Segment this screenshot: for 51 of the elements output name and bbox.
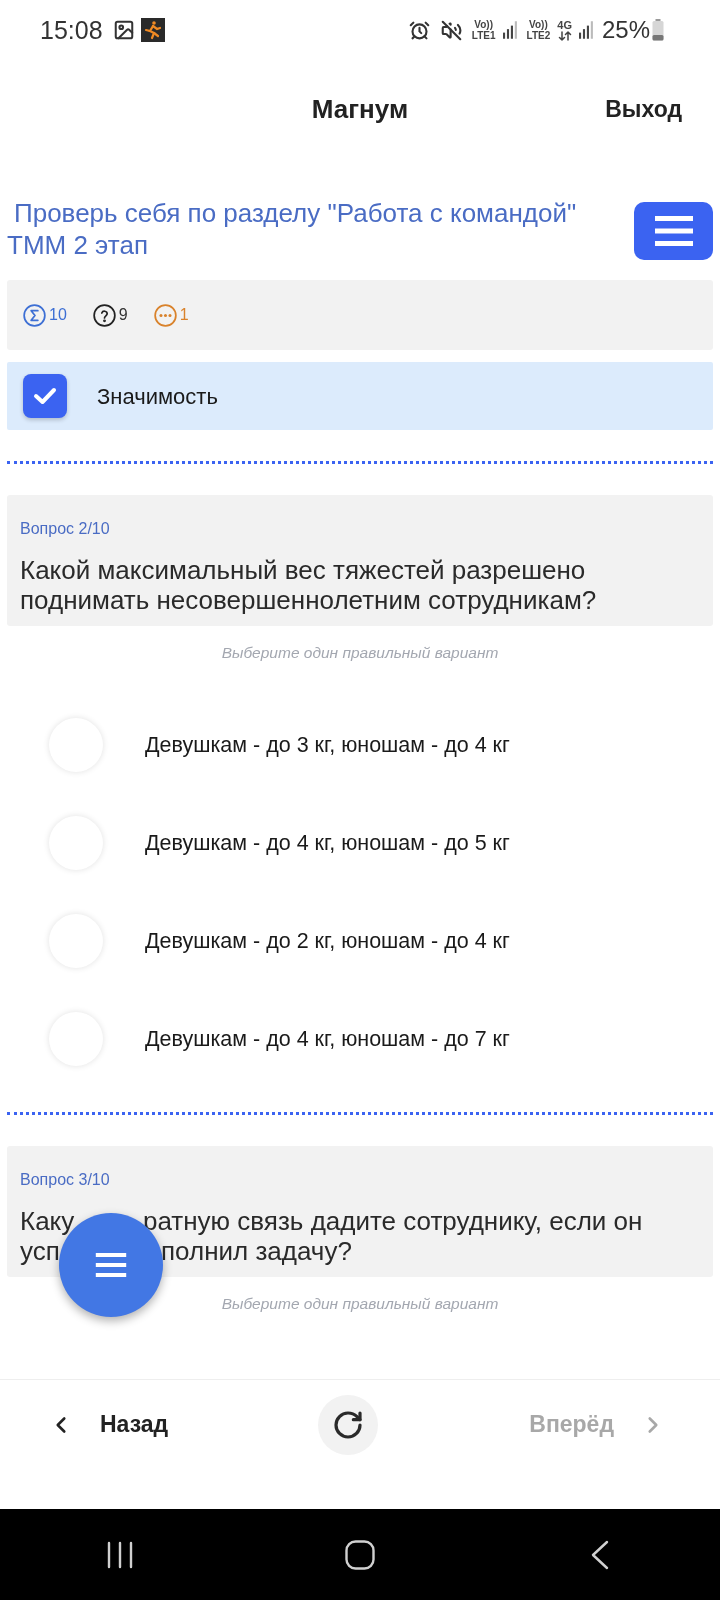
menu-icon (654, 216, 693, 246)
back-icon (590, 1539, 610, 1570)
stat-count: 10 (49, 305, 67, 325)
back-button[interactable]: Назад (48, 1407, 169, 1442)
battery-percent: 25% (601, 18, 650, 42)
network-type-label: 4G (557, 19, 572, 31)
recent-apps-icon (106, 1540, 134, 1569)
home-icon (345, 1539, 375, 1570)
clock-time: 15:08 (40, 17, 103, 43)
option-label: Девушкам - до 4 кг, юношам - до 5 кг (145, 829, 510, 857)
battery-icon (652, 19, 664, 41)
recent-apps-button[interactable] (106, 1540, 134, 1569)
menu-icon (94, 1253, 128, 1277)
sigma-icon (23, 303, 46, 327)
question-text: усп (20, 1236, 60, 1266)
reload-icon (332, 1408, 364, 1441)
volte-label: Vo)) (529, 19, 548, 30)
question-icon (92, 303, 116, 327)
system-back-button[interactable] (590, 1539, 610, 1570)
test-title: Проверь себя по разделу "Работа с командой" ТММ 2 этап (7, 197, 578, 261)
exit-button[interactable]: Выход (605, 91, 682, 127)
sim-label: LTE1 (471, 30, 496, 41)
question-number: Вопрос 2/10 (20, 519, 111, 539)
question-text: Какой максимальный вес тяжестей разрешено поднимать несовершеннолетним сотрудникам? (20, 555, 598, 615)
question-text: ратную связь дадите сотруднику, если он (143, 1206, 643, 1236)
volte-label: Vo)) (474, 19, 494, 30)
menu-button[interactable] (634, 202, 713, 260)
option-label: Девушкам - до 4 кг, юношам - до 7 кг (145, 1025, 510, 1053)
filter-label: Значимость (97, 382, 218, 411)
runner-app-icon (140, 18, 165, 42)
image-icon (112, 19, 135, 41)
stat-count: 1 (179, 305, 189, 325)
home-button[interactable] (345, 1539, 375, 1570)
option-label: Девушкам - до 3 кг, юношам - до 4 кг (145, 731, 510, 759)
hint-text: Выберите один правильный вариант (221, 643, 499, 663)
ellipsis-icon (153, 303, 177, 327)
question-number: Вопрос 3/10 (20, 1170, 111, 1190)
stat-count: 9 (118, 305, 128, 325)
signal-icon (578, 21, 593, 39)
question-text: Каку (20, 1206, 75, 1236)
data-arrows-icon (557, 30, 572, 41)
alarm-icon (408, 19, 430, 41)
option-label: Девушкам - до 2 кг, юношам - до 4 кг (145, 927, 510, 955)
question-text: полнил задачу? (161, 1236, 352, 1266)
mute-icon (440, 19, 462, 41)
check-icon (33, 387, 57, 405)
checkbox[interactable] (23, 374, 67, 418)
hint-text: Выберите один правильный вариант (221, 1294, 499, 1314)
sim-label: LTE2 (526, 30, 551, 41)
signal-icon (502, 21, 517, 39)
app-title: Магнум (311, 92, 409, 126)
